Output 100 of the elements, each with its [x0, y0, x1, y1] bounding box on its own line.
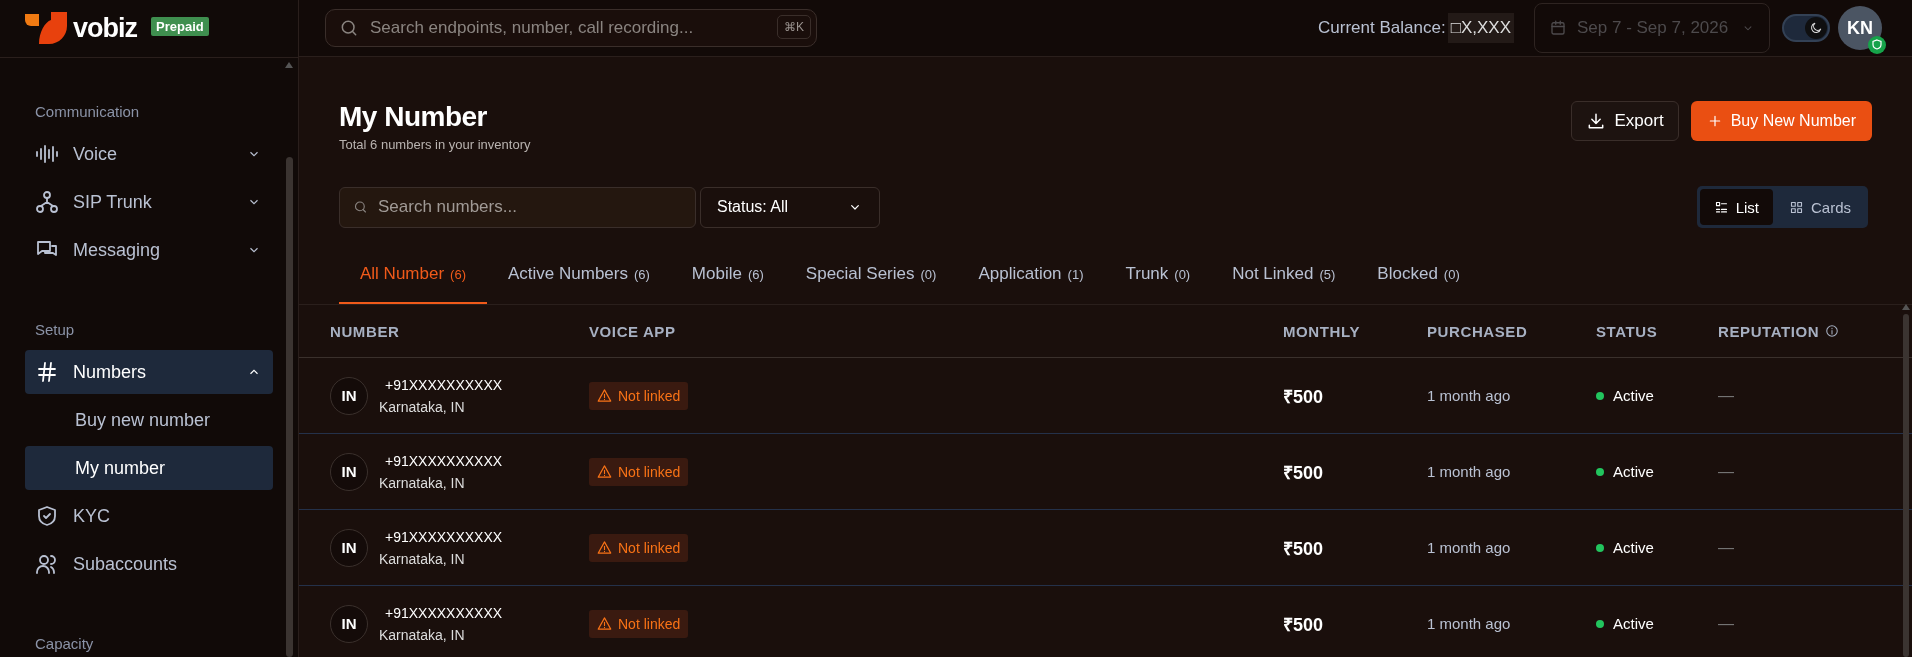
warning-icon	[597, 388, 612, 403]
section-heading: Capacity	[34, 634, 95, 654]
phone-number: +91XXXXXXXXXX	[384, 604, 503, 621]
section-heading: Setup	[34, 320, 76, 340]
view-toggle[interactable]: Cards	[1775, 189, 1865, 225]
buy-number-button[interactable]: Buy New Number	[1690, 101, 1872, 141]
sidebar-item[interactable]: Subaccounts	[25, 542, 273, 586]
filter-tab[interactable]: Special Series (0)	[784, 264, 958, 304]
sidebar-item[interactable]: Voice	[25, 132, 273, 176]
calendar-icon	[1549, 19, 1567, 37]
tab-count: (6)	[747, 267, 764, 282]
plan-badge: Prepaid	[151, 17, 209, 36]
verified-badge-icon	[1868, 36, 1886, 54]
reputation-text: —	[1718, 462, 1734, 480]
location-text: Karnataka, IN	[379, 398, 466, 415]
filter-tab[interactable]: Not Linked (5)	[1211, 264, 1357, 304]
page-title: My Number	[339, 101, 488, 133]
status-text: Active	[1613, 615, 1654, 632]
column-header: REPUTATION	[1718, 322, 1820, 340]
reputation-text: —	[1718, 614, 1734, 632]
sidebar-item[interactable]: Messaging	[25, 228, 273, 272]
reputation-text: —	[1718, 386, 1734, 404]
monthly-price: ₹500	[1283, 386, 1324, 407]
scrollbar[interactable]	[284, 60, 294, 657]
warning-icon	[597, 540, 612, 555]
status-dropdown[interactable]: Status: All	[700, 186, 880, 228]
purchased-time: 1 month ago	[1427, 614, 1511, 632]
warning-icon	[597, 464, 612, 479]
number-search-field[interactable]: Search numbers...	[339, 186, 696, 228]
tab-count: (5)	[1319, 267, 1336, 282]
tab-count: (6)	[633, 267, 650, 282]
tab-count: (6)	[450, 267, 466, 282]
info-icon	[1825, 324, 1840, 338]
view-toggle[interactable]: List	[1699, 189, 1773, 225]
export-button[interactable]: Export	[1571, 101, 1679, 141]
shortcut-hint: ⌘K	[777, 15, 811, 39]
column-header: NUMBER	[330, 322, 400, 340]
purchased-time: 1 month ago	[1427, 386, 1511, 404]
monthly-price: ₹500	[1283, 538, 1324, 559]
country-badge: IN	[330, 528, 368, 567]
network-icon	[35, 190, 59, 214]
phone-number: +91XXXXXXXXXX	[384, 528, 503, 545]
purchased-time: 1 month ago	[1427, 538, 1511, 556]
brand-name: vobiz	[73, 13, 137, 44]
monthly-price: ₹500	[1283, 614, 1324, 635]
column-header: PURCHASED	[1427, 322, 1528, 340]
scrollbar[interactable]	[1900, 302, 1912, 657]
status-text: Active	[1613, 463, 1654, 480]
grid-icon	[1789, 199, 1804, 215]
balance-value: □X,XXX	[1447, 13, 1514, 43]
tab-count: (0)	[1443, 267, 1460, 282]
tab-count: (0)	[1174, 267, 1191, 282]
status-dot-icon	[1596, 543, 1604, 552]
not-linked-badge: Not linked	[589, 609, 689, 638]
filter-tab[interactable]: Blocked (0)	[1356, 264, 1481, 304]
status-dot-icon	[1596, 391, 1604, 400]
filter-tab[interactable]: Active Numbers (6)	[487, 264, 671, 304]
location-text: Karnataka, IN	[379, 474, 466, 491]
sidebar-item[interactable]: Numbers	[25, 350, 273, 394]
theme-toggle[interactable]	[1782, 14, 1830, 42]
shield-check-icon	[35, 504, 59, 528]
purchased-time: 1 month ago	[1427, 462, 1511, 480]
location-text: Karnataka, IN	[379, 550, 466, 567]
users-icon	[35, 552, 59, 576]
tab-count: (0)	[920, 267, 937, 282]
waveform-icon	[35, 142, 59, 166]
filter-tab[interactable]: All Number (6)	[339, 264, 487, 304]
phone-number: +91XXXXXXXXXX	[384, 376, 503, 393]
not-linked-badge: Not linked	[589, 533, 689, 562]
moon-icon	[1809, 21, 1823, 35]
hash-icon	[35, 360, 59, 384]
country-badge: IN	[330, 604, 368, 643]
location-text: Karnataka, IN	[379, 626, 466, 643]
tab-count: (1)	[1067, 267, 1084, 282]
status-text: Active	[1613, 387, 1654, 404]
balance-label: Current Balance:	[1318, 18, 1446, 38]
monthly-price: ₹500	[1283, 462, 1324, 483]
sidebar-item[interactable]: KYC	[25, 494, 273, 538]
status-dot-icon	[1596, 619, 1604, 628]
country-badge: IN	[330, 452, 368, 491]
sidebar-item[interactable]: SIP Trunk	[25, 180, 273, 224]
filter-tab[interactable]: Trunk (0)	[1104, 264, 1212, 304]
reputation-text: —	[1718, 538, 1734, 556]
column-header: VOICE APP	[589, 322, 676, 340]
phone-number: +91XXXXXXXXXX	[384, 452, 503, 469]
page-subtitle: Total 6 numbers in your inventory	[339, 137, 531, 152]
not-linked-badge: Not linked	[589, 457, 689, 486]
list-icon	[1713, 199, 1729, 215]
sidebar-subitem[interactable]: My number	[25, 446, 273, 490]
column-header: MONTHLY	[1283, 322, 1360, 340]
not-linked-badge: Not linked	[589, 381, 689, 410]
warning-icon	[597, 616, 612, 631]
sidebar-subitem[interactable]: Buy new number	[25, 398, 273, 442]
logo-icon	[25, 11, 67, 46]
column-header: STATUS	[1596, 322, 1658, 340]
section-heading: Communication	[34, 102, 141, 122]
status-dot-icon	[1596, 467, 1604, 476]
filter-tab[interactable]: Mobile (6)	[670, 264, 785, 304]
country-badge: IN	[330, 376, 368, 415]
filter-tab[interactable]: Application (1)	[957, 264, 1105, 304]
